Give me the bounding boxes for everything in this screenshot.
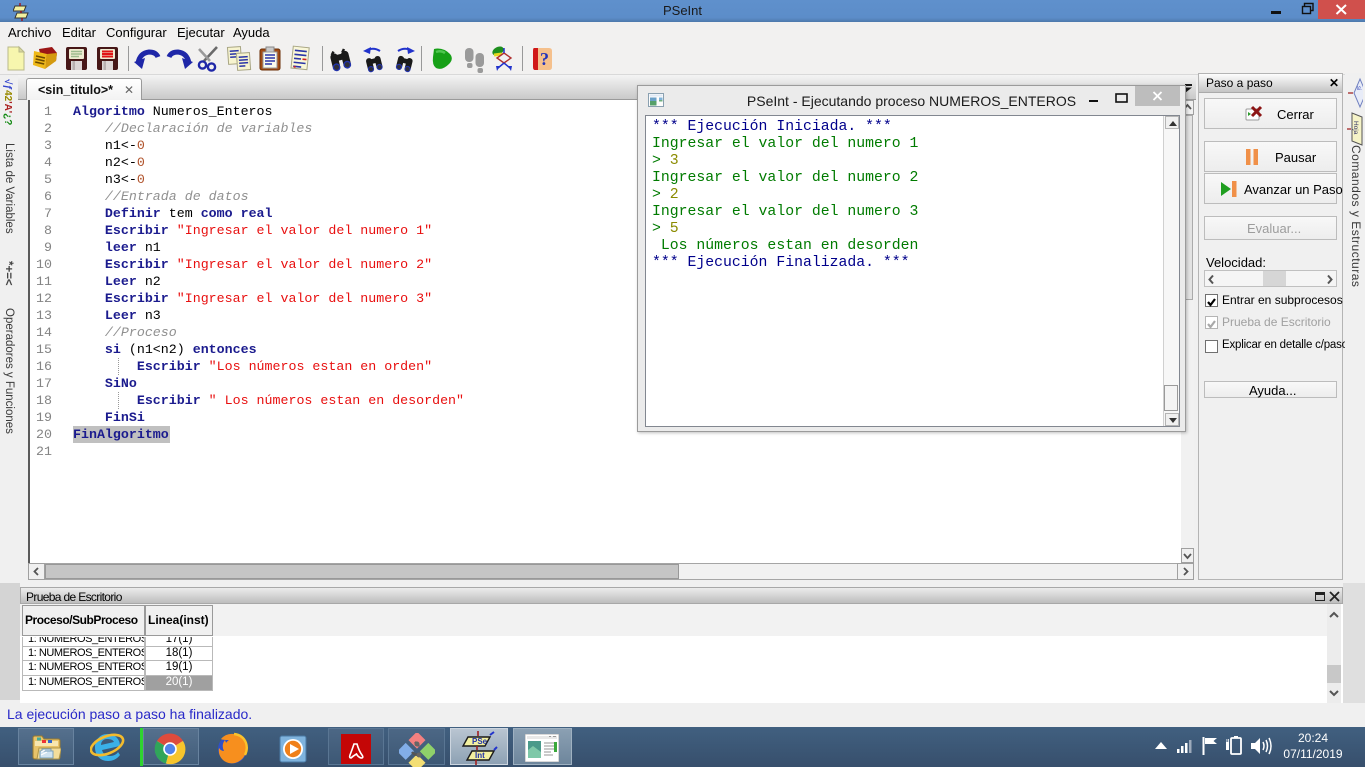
svg-text:si: si bbox=[1355, 86, 1361, 90]
svg-text:PSe: PSe bbox=[472, 737, 488, 746]
svg-text:?: ? bbox=[540, 49, 549, 69]
svg-text:Hoja: Hoja bbox=[1352, 121, 1359, 135]
svg-text:Int: Int bbox=[475, 751, 485, 760]
